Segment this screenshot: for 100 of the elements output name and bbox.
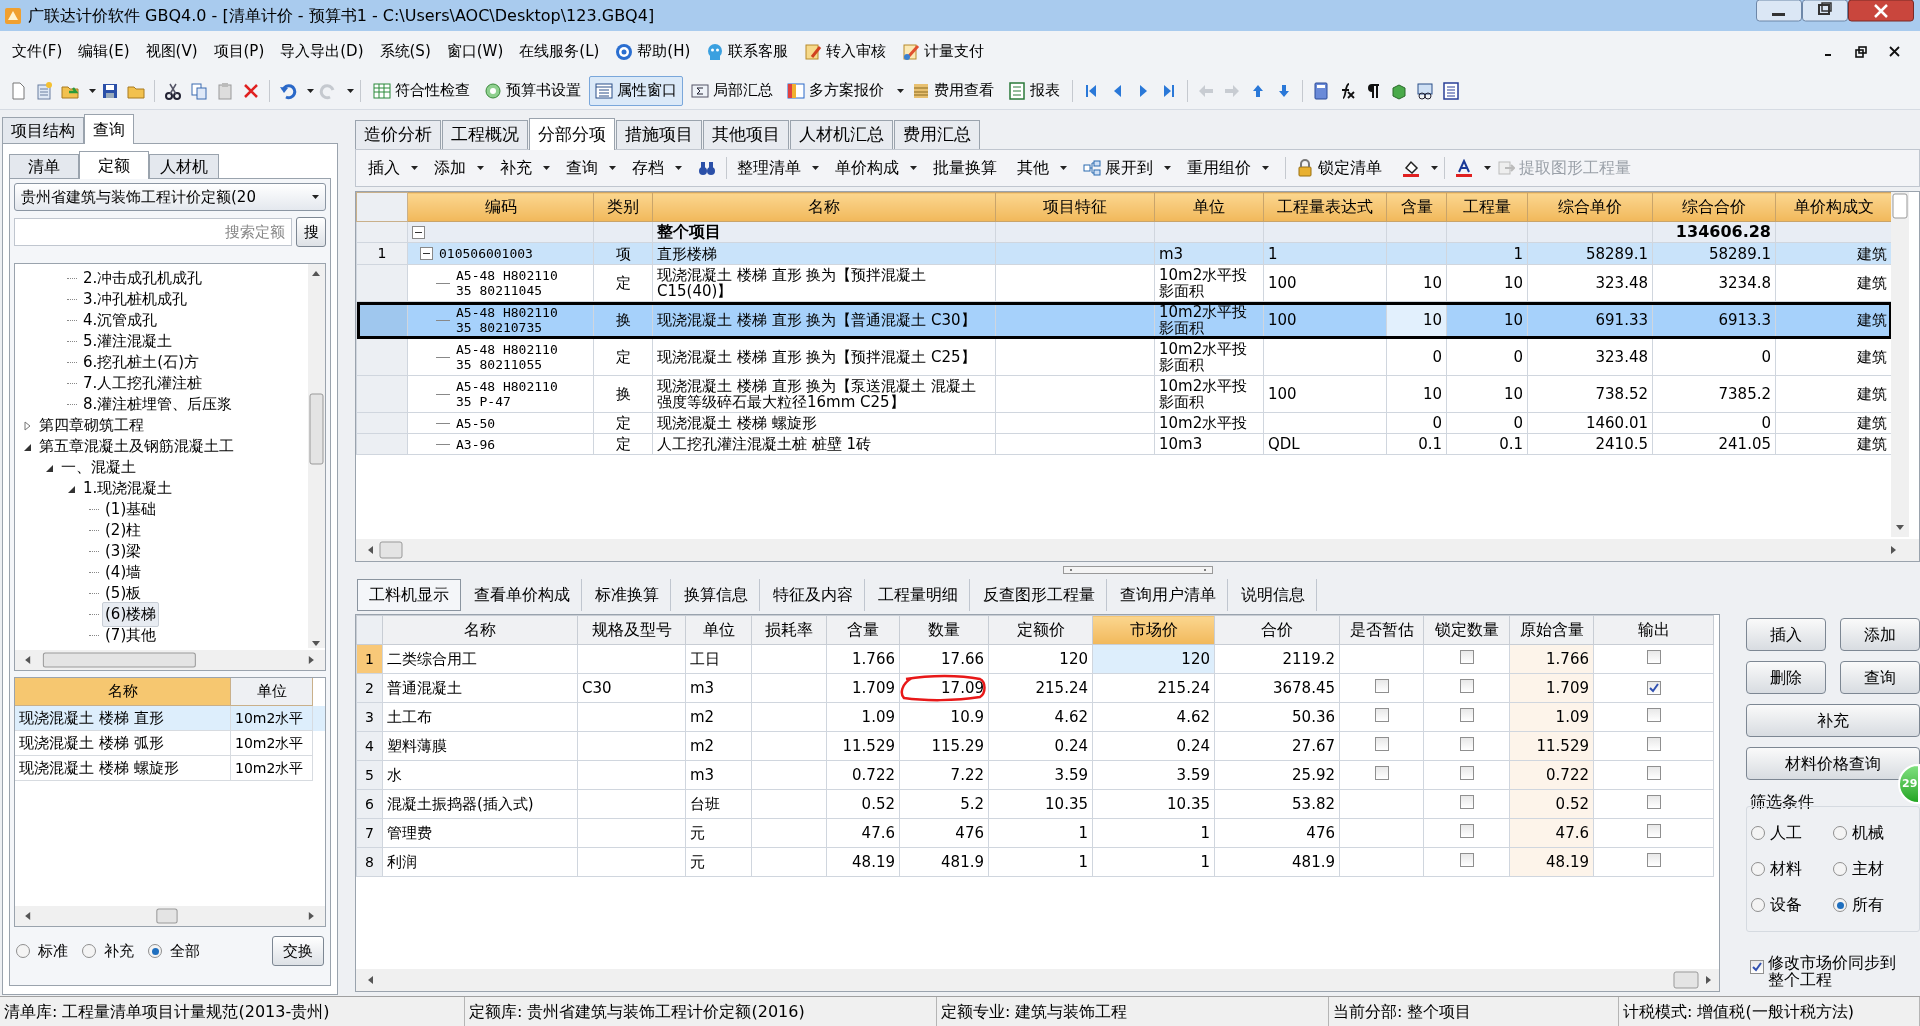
close-button[interactable] <box>1889 46 1900 57</box>
panel-tab[interactable]: 项目结构 <box>2 117 84 143</box>
table-row[interactable]: 1 010506001003 项 直形楼梯 m3 1 1 58289.1 58289.1 建筑 <box>356 242 1891 265</box>
toolbar-button[interactable]: 其他 <box>1013 153 1053 183</box>
menu-item[interactable]: 项目(P) <box>207 36 271 67</box>
toolbar-button[interactable]: 展开到 <box>1079 153 1157 183</box>
toolbar-button[interactable]: 属性窗口 <box>589 75 683 106</box>
toolbar-button[interactable]: 符合性检查 <box>367 75 476 106</box>
side-button[interactable]: 材料价格查询 <box>1746 747 1920 780</box>
vertical-scrollbar[interactable] <box>308 264 325 648</box>
menu-item[interactable]: 系统(S) <box>373 36 437 67</box>
tab[interactable]: 费用汇总 <box>894 120 980 149</box>
library-dropdown[interactable]: 贵州省建筑与装饰工程计价定额(20 <box>14 183 326 211</box>
tab[interactable]: 工程量明细 <box>867 579 970 611</box>
vertical-scrollbar[interactable] <box>1891 192 1909 537</box>
radio-button[interactable] <box>148 944 162 958</box>
minimize-button[interactable] <box>1756 0 1802 22</box>
toolbar-button[interactable]: 补充 <box>496 153 536 183</box>
radio-button[interactable] <box>1751 898 1765 912</box>
restore-button[interactable] <box>1855 45 1867 58</box>
side-button[interactable]: 插入 <box>1746 618 1826 651</box>
radio-button[interactable] <box>1751 862 1765 876</box>
side-button[interactable]: 添加 <box>1840 618 1920 651</box>
checkbox[interactable] <box>1750 960 1764 974</box>
checkbox[interactable] <box>1374 678 1389 693</box>
side-button[interactable]: 补充 <box>1746 704 1920 737</box>
checkbox[interactable] <box>1646 707 1661 722</box>
checkbox[interactable] <box>1646 765 1661 780</box>
radio-button[interactable] <box>1833 898 1847 912</box>
toolbar-button[interactable]: 整理清单 <box>733 153 805 183</box>
toolbar-button[interactable]: 查询 <box>562 153 602 183</box>
search-button[interactable]: 搜 <box>296 217 326 247</box>
tab[interactable]: 说明信息 <box>1230 579 1317 611</box>
tab[interactable]: 造价分析 <box>355 120 441 149</box>
checkbox[interactable] <box>1646 852 1661 867</box>
table-row[interactable]: A3-96 定 人工挖孔灌注混凝土桩 桩壁 1砖 10m3 QDL 0.1 0.1 2410.5 241.05 建筑 <box>356 433 1891 455</box>
horizontal-scrollbar[interactable] <box>356 539 1919 561</box>
restore-button[interactable] <box>1802 0 1848 22</box>
menu-item[interactable]: 视图(V) <box>139 36 204 67</box>
menu-item[interactable]: 窗口(W) <box>440 36 510 67</box>
toolbar-button[interactable]: 报表 <box>1002 75 1066 106</box>
table-row[interactable]: A5-50 定 现浇混凝土 楼梯 螺旋形 10m2水平投 0 0 1460.01 0 建筑 <box>356 412 1891 434</box>
tree-item[interactable]: (6)楼梯 <box>102 602 160 627</box>
menu-item[interactable]: 计量支付 <box>896 36 991 67</box>
tab[interactable]: 换算信息 <box>673 579 760 611</box>
menu-item[interactable]: 文件(F) <box>6 36 69 67</box>
toolbar-button[interactable]: 预算书设置 <box>478 75 587 106</box>
collapse-icon[interactable] <box>412 225 425 239</box>
close-button[interactable] <box>1848 0 1914 22</box>
tab[interactable]: 查询用户清单 <box>1109 579 1228 611</box>
checkbox[interactable] <box>1646 649 1661 664</box>
tab[interactable]: 特征及内容 <box>762 579 865 611</box>
horizontal-scrollbar[interactable] <box>15 650 325 670</box>
search-field[interactable]: 搜索定额 <box>14 218 292 246</box>
checkbox[interactable] <box>1646 736 1661 751</box>
toolbar-button[interactable]: 单价构成 <box>831 153 903 183</box>
horizontal-scrollbar[interactable] <box>356 969 1719 991</box>
checkbox[interactable] <box>1646 680 1661 695</box>
toolbar-button[interactable]: 费用查看 <box>906 75 1000 106</box>
checkbox[interactable] <box>1646 823 1661 838</box>
toolbar-button[interactable]: 局部汇总 <box>685 75 779 106</box>
checkbox[interactable] <box>1459 794 1474 809</box>
toolbar-button[interactable]: 插入 <box>364 153 404 183</box>
menu-item[interactable]: 联系客服 <box>700 36 795 67</box>
checkbox[interactable] <box>1374 736 1389 751</box>
checkbox[interactable] <box>1374 765 1389 780</box>
toolbar-button[interactable]: 存档 <box>628 153 668 183</box>
toolbar-button[interactable]: 添加 <box>430 153 470 183</box>
table-row[interactable]: A5-48 H80211035 P-47 换 现浇混凝土 楼梯 直形 换为【泵送混凝土 混凝土强度等级碎石最大粒径16mm C25】 10m2水平投影面积 100 10 10 738.52 7385.2 建筑 <box>356 375 1891 413</box>
radio-button[interactable] <box>82 944 96 958</box>
menu-item[interactable]: 导入导出(D) <box>274 36 370 67</box>
tab[interactable]: 分部分项 <box>529 118 615 150</box>
toolbar-button[interactable]: 批量换算 <box>929 153 1001 183</box>
tab[interactable]: 标准换算 <box>584 579 671 611</box>
expand-icon[interactable] <box>23 420 33 431</box>
table-row[interactable]: A5-48 H80211035 80211045 定 现浇混凝土 楼梯 直形 换为【预拌混凝土 C15(40)】 10m2水平投影面积 100 10 10 323.48 3234.8 建筑 <box>356 264 1891 302</box>
checkbox[interactable] <box>1646 794 1661 809</box>
tab[interactable]: 工料机显示 <box>357 579 461 611</box>
radio-button[interactable] <box>16 944 30 958</box>
tab[interactable]: 其他项目 <box>703 120 789 149</box>
list-row[interactable]: 现浇混凝土 楼梯 直形 10m2水平 <box>15 706 325 731</box>
checkbox[interactable] <box>1459 678 1474 693</box>
menu-item[interactable]: 转入审核 <box>798 36 893 67</box>
toolbar-button[interactable]: 多方案报价 <box>781 75 890 106</box>
table-row[interactable]: A5-48 H80211035 80210735 换 现浇混凝土 楼梯 直形 换为【普通混凝土 C30】 10m2水平投影面积 100 10 10 691.33 6913.3 建筑 <box>356 301 1891 339</box>
menu-item[interactable]: 帮助(H) <box>609 36 697 67</box>
table-row[interactable]: 整个项目 134606.28 <box>356 221 1891 243</box>
tab[interactable]: 措施项目 <box>616 120 702 149</box>
radio-button[interactable] <box>1751 826 1765 840</box>
tab[interactable]: 查看单价构成 <box>463 579 582 611</box>
checkbox[interactable] <box>1459 852 1474 867</box>
toolbar-button[interactable]: 锁定清单 <box>1292 153 1386 183</box>
checkbox[interactable] <box>1459 765 1474 780</box>
tab[interactable]: 反查图形工程量 <box>972 579 1107 611</box>
panel-tab[interactable]: 查询 <box>84 114 134 144</box>
horizontal-scrollbar[interactable] <box>15 906 325 926</box>
menu-item[interactable]: 编辑(E) <box>72 36 136 67</box>
radio-button[interactable] <box>1833 826 1847 840</box>
checkbox[interactable] <box>1459 649 1474 664</box>
checkbox[interactable] <box>1459 707 1474 722</box>
